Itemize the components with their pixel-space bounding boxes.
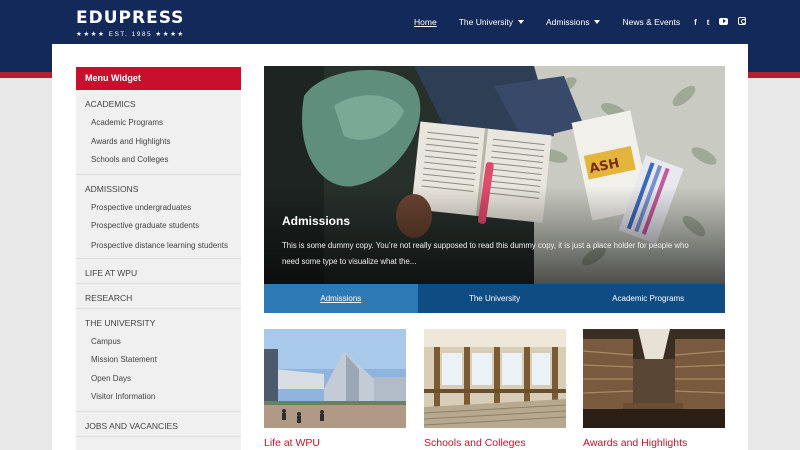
nav-news-events-label: News & Events [622,17,681,27]
sidebar-subitem[interactable]: Campus [91,333,235,352]
youtube-icon[interactable] [719,17,729,27]
hero-slider[interactable]: ASH Admissions This is some dummy copy. … [264,66,725,284]
sidebar-item-jobs[interactable]: JOBS AND VACANCIES [76,412,241,436]
tab-the-university[interactable]: The University [418,284,572,313]
nav-admissions[interactable]: Admissions [546,17,601,27]
nav-the-university-label: The University [458,17,514,27]
sidebar-item-admissions[interactable]: ADMISSIONS [76,175,241,199]
sidebar-section-admissions: ADMISSIONS Prospective undergraduates Pr… [76,175,241,259]
main-nav: Home The University Admissions News & Ev… [414,17,756,27]
instagram-icon[interactable] [738,17,747,27]
logo-title: EDUPRESS [76,8,185,28]
card-title[interactable]: Life at WPU [264,437,320,449]
sidebar-menu: Menu Widget ACADEMICS Academic Programs … [76,67,241,450]
sidebar-item-the-university[interactable]: THE UNIVERSITY [76,309,241,333]
tab-admissions[interactable]: Admissions [264,284,418,313]
sidebar-title: Menu Widget [76,67,241,90]
card-awards-and-highlights[interactable]: Awards and Highlights [583,329,725,449]
social-links: f t [694,17,756,27]
sidebar-item-life-at-wpu[interactable]: LIFE AT WPU [76,259,241,283]
sidebar-item-research[interactable]: RESEARCH [76,284,241,308]
sidebar-section-life: LIFE AT WPU [76,259,241,284]
content-container: Menu Widget ACADEMICS Academic Programs … [52,44,748,450]
card-image [264,329,406,428]
nav-home-label: Home [414,17,437,27]
sidebar-subitem[interactable]: Open Days [91,370,235,389]
sidebar-section-jobs: JOBS AND VACANCIES [76,412,241,437]
sidebar-subitem[interactable]: Visitor Information [91,388,235,407]
sidebar-item-academics[interactable]: ACADEMICS [76,90,241,114]
sidebar-section-academics: ACADEMICS Academic Programs Awards and H… [76,90,241,175]
card-schools-and-colleges[interactable]: Schools and Colleges [424,329,566,449]
card-life-at-wpu[interactable]: Life at WPU [264,329,406,449]
tab-academic-programs[interactable]: Academic Programs [571,284,725,313]
sidebar-subitem[interactable]: Schools and Colleges [91,151,235,170]
nav-home[interactable]: Home [414,17,437,27]
sidebar-subitem[interactable]: Prospective undergraduates [91,199,235,218]
hero-tabs: Admissions The University Academic Progr… [264,284,725,313]
sidebar-subitem[interactable]: Academic Programs [91,114,235,133]
sidebar-section-university: THE UNIVERSITY Campus Mission Statement … [76,309,241,412]
hero-description: This is some dummy copy. You’re not real… [282,241,689,266]
facebook-icon[interactable]: f [694,18,697,27]
card-title[interactable]: Schools and Colleges [424,437,526,449]
chevron-down-icon [594,20,601,24]
twitter-icon[interactable]: t [707,18,710,27]
sidebar-subitem[interactable]: Prospective distance learning students [91,236,235,254]
logo-tagline: ★★★★ EST. 1985 ★★★★ [76,31,185,38]
site-logo[interactable]: EDUPRESS ★★★★ EST. 1985 ★★★★ [76,8,185,38]
hero-title: Admissions [282,214,351,228]
sidebar-subitem[interactable]: Awards and Highlights [91,133,235,152]
nav-admissions-label: Admissions [546,17,590,27]
card-image [583,329,725,428]
sidebar-subitem[interactable]: Mission Statement [91,351,235,370]
card-title[interactable]: Awards and Highlights [583,437,687,449]
sidebar-subitem[interactable]: Prospective graduate students [91,217,235,236]
card-image [424,329,566,428]
nav-the-university[interactable]: The University [458,17,525,27]
sidebar-section-research: RESEARCH [76,284,241,309]
nav-news-events[interactable]: News & Events [622,17,680,27]
chevron-down-icon [518,20,525,24]
